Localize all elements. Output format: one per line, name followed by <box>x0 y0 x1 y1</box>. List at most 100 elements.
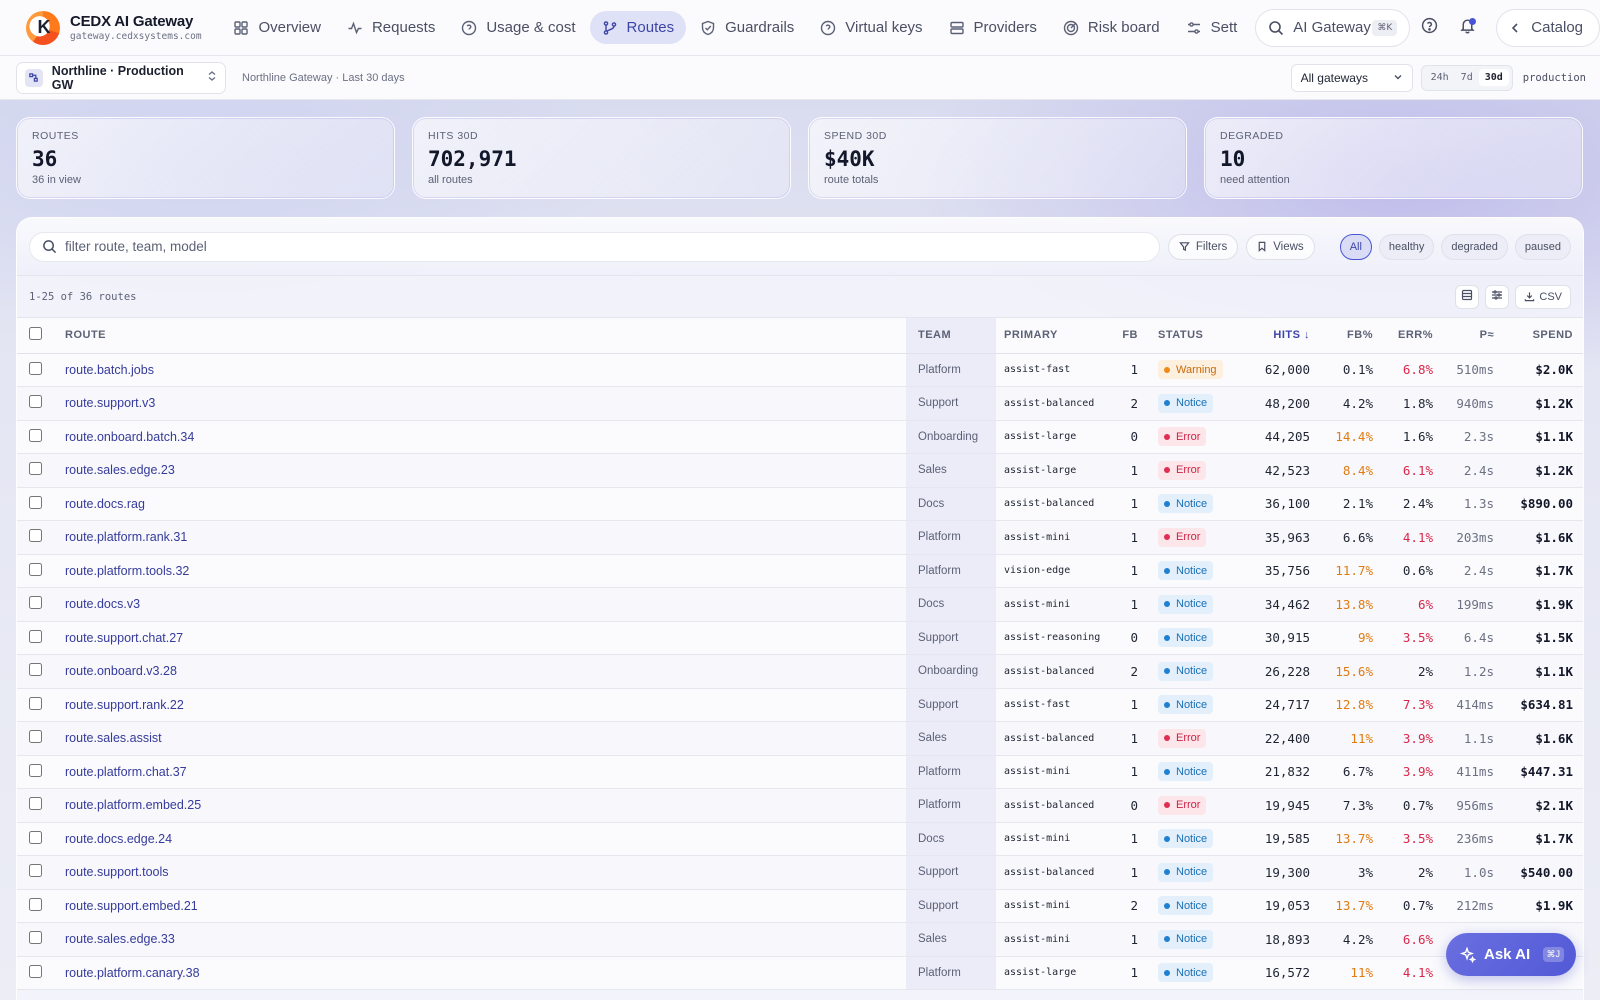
table-row[interactable]: route.sales.edge.33 Sales assist-mini 1 Noti… <box>17 922 1583 957</box>
table-row[interactable]: route.support.chat.27 Support assist-reaso… <box>17 621 1583 655</box>
route-link[interactable]: route.sales.assist <box>65 731 162 745</box>
table-row[interactable]: route.batch.jobs Platform assist-fast 1 Warn… <box>17 353 1583 387</box>
segment-all[interactable]: All <box>1339 233 1372 260</box>
route-link[interactable]: route.sales.edge.23 <box>65 463 175 477</box>
nav-item-usage-cost[interactable]: Usage & cost <box>449 11 587 44</box>
table-row[interactable]: route.onboard.v3.28 Onboarding assist-bala… <box>17 654 1583 689</box>
table-row[interactable]: route.platform.chat.37 Platform assist-min… <box>17 755 1583 789</box>
route-link[interactable]: route.support.tools <box>65 865 169 879</box>
nav-item-overview[interactable]: Overview <box>221 11 333 44</box>
col-fb-pct[interactable]: FB% <box>1322 318 1385 354</box>
col-status[interactable]: STATUS <box>1150 318 1236 354</box>
col-team[interactable]: TEAM <box>906 318 996 354</box>
notifications-button[interactable] <box>1448 9 1486 47</box>
route-link[interactable]: route.platform.tools.32 <box>65 564 189 578</box>
route-link[interactable]: route.batch.jobs <box>65 363 154 377</box>
ask-ai-button[interactable]: Ask AI ⌘J <box>1446 933 1576 976</box>
route-link[interactable]: route.support.embed.21 <box>65 899 198 913</box>
row-checkbox[interactable] <box>29 529 42 543</box>
route-link[interactable]: route.platform.chat.37 <box>65 765 187 779</box>
route-link[interactable]: route.docs.v3 <box>65 597 140 611</box>
table-row[interactable]: route.onboard.batch.34 Onboarding assist-l… <box>17 420 1583 454</box>
gateway-search[interactable]: AI Gateway ⌘K <box>1255 8 1411 47</box>
row-checkbox[interactable] <box>29 797 42 811</box>
brand[interactable]: K CEDX AI Gateway gateway.cedxsystems.co… <box>0 10 221 45</box>
row-select-cell <box>17 587 53 622</box>
catalog-button[interactable]: Catalog <box>1496 8 1600 47</box>
nav-item-routes[interactable]: Routes <box>589 11 687 44</box>
route-link[interactable]: route.docs.edge.24 <box>65 832 172 846</box>
all-gateways-select[interactable]: All gateways <box>1290 63 1413 92</box>
row-checkbox[interactable] <box>29 763 42 777</box>
export-csv-button[interactable]: CSV <box>1515 284 1571 309</box>
nav-item-guardrails[interactable]: Guardrails <box>688 11 806 44</box>
table-row[interactable]: route.docs.v3 Docs assist-mini 1 Notice 34,46… <box>17 587 1583 622</box>
nav-item-virtual-keys[interactable]: Virtual keys <box>808 11 934 44</box>
col-hits[interactable]: HITS ↓ <box>1236 318 1322 354</box>
table-row[interactable]: route.sales.edge.23 Sales assist-large 1 Err… <box>17 453 1583 488</box>
bookmark-icon <box>1257 241 1267 252</box>
row-checkbox[interactable] <box>29 830 42 844</box>
row-checkbox[interactable] <box>29 663 42 677</box>
col-latency[interactable]: P≈ <box>1445 318 1506 354</box>
route-link[interactable]: route.support.rank.22 <box>65 698 184 712</box>
table-row[interactable]: route.support.rank.22 Support assist-fast 1… <box>17 688 1583 722</box>
table-row[interactable]: route.platform.canary.38 Platform assist-l… <box>17 956 1583 990</box>
col-fb[interactable]: FB <box>1106 318 1150 354</box>
route-filter-input[interactable]: filter route, team, model <box>29 231 1160 262</box>
table-row[interactable]: route.support.v3 Support assist-balanced 2 N… <box>17 386 1583 421</box>
table-row[interactable]: route.platform.embed.25 Platform assist-ba… <box>17 788 1583 823</box>
route-link[interactable]: route.platform.rank.31 <box>65 530 187 544</box>
help-button[interactable] <box>1410 9 1448 47</box>
row-checkbox[interactable] <box>29 931 42 945</box>
nav-item-sett[interactable]: Sett <box>1174 11 1250 44</box>
nav-item-requests[interactable]: Requests <box>335 11 447 44</box>
range-option-24h[interactable]: 24h <box>1425 69 1455 86</box>
table-row[interactable]: route.platform.rank.31 Platform assist-min… <box>17 520 1583 555</box>
views-button[interactable]: Views <box>1246 233 1315 260</box>
row-checkbox[interactable] <box>29 864 42 878</box>
table-row[interactable]: route.support.tools Support assist-balance… <box>17 855 1583 890</box>
nav-item-risk-board[interactable]: Risk board <box>1051 11 1172 44</box>
gateway-selector[interactable]: Northline · Production GW <box>16 61 226 94</box>
segment-paused[interactable]: paused <box>1514 233 1571 260</box>
segment-degraded[interactable]: degraded <box>1441 233 1508 260</box>
row-checkbox[interactable] <box>29 428 42 442</box>
row-checkbox[interactable] <box>29 596 42 610</box>
nav-item-providers[interactable]: Providers <box>937 11 1049 44</box>
col-route[interactable]: ROUTE <box>53 318 906 354</box>
range-option-30d[interactable]: 30d <box>1478 69 1509 86</box>
route-link[interactable]: route.support.chat.27 <box>65 631 183 645</box>
row-checkbox[interactable] <box>29 696 42 710</box>
col-spend[interactable]: SPEND <box>1506 318 1583 354</box>
select-all-checkbox[interactable] <box>29 327 42 341</box>
row-checkbox[interactable] <box>29 964 42 978</box>
route-link[interactable]: route.sales.edge.33 <box>65 932 175 946</box>
density-button[interactable] <box>1455 284 1480 309</box>
route-link[interactable]: route.onboard.batch.34 <box>65 430 194 444</box>
row-checkbox[interactable] <box>29 495 42 509</box>
route-link[interactable]: route.platform.canary.38 <box>65 966 200 980</box>
segment-healthy[interactable]: healthy <box>1378 233 1435 260</box>
row-checkbox[interactable] <box>29 361 42 375</box>
table-row[interactable]: route.support.embed.21 Support assist-mini… <box>17 889 1583 923</box>
table-row[interactable]: route.platform.tools.32 Platform vision-ed… <box>17 554 1583 588</box>
filters-button[interactable]: Filters <box>1167 233 1239 260</box>
col-primary[interactable]: PRIMARY <box>996 318 1106 354</box>
table-row[interactable]: route.docs.rag Docs assist-balanced 1 Notice… <box>17 487 1583 521</box>
route-link[interactable]: route.platform.embed.25 <box>65 798 201 812</box>
route-link[interactable]: route.onboard.v3.28 <box>65 664 177 678</box>
table-row[interactable]: route.sales.assist Sales assist-balanced 1 E… <box>17 721 1583 756</box>
table-row[interactable]: route.docs.edge.24 Docs assist-mini 1 Notice… <box>17 822 1583 856</box>
route-link[interactable]: route.support.v3 <box>65 396 155 410</box>
row-checkbox[interactable] <box>29 897 42 911</box>
row-checkbox[interactable] <box>29 562 42 576</box>
range-option-7d[interactable]: 7d <box>1455 69 1479 86</box>
columns-button[interactable] <box>1485 284 1510 309</box>
col-err-pct[interactable]: ERR% <box>1385 318 1445 354</box>
row-checkbox[interactable] <box>29 629 42 643</box>
row-checkbox[interactable] <box>29 730 42 744</box>
row-checkbox[interactable] <box>29 462 42 476</box>
row-checkbox[interactable] <box>29 395 42 409</box>
route-link[interactable]: route.docs.rag <box>65 497 145 511</box>
